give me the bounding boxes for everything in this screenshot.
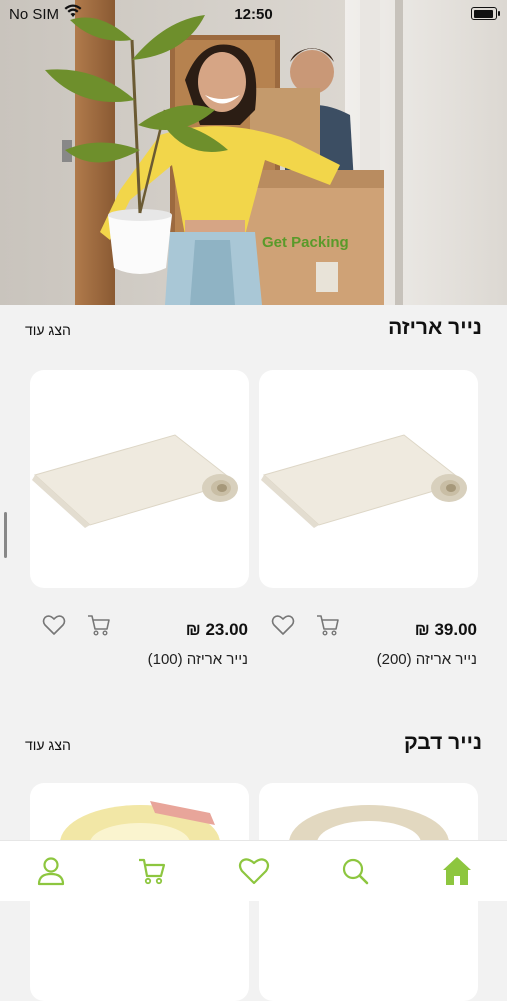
cart-icon[interactable] [86,612,112,638]
box-brand-text: Get Packing [262,234,349,251]
show-more-link[interactable]: הצג עוד [25,737,71,753]
home-icon[interactable] [439,854,475,888]
section-title: נייר אריזה [388,316,482,339]
bottom-tab-bar [0,840,507,901]
hero-banner: Get Packing [0,0,507,305]
section-title: נייר דבק [403,731,482,754]
product-name: נייר אריזה (200) [376,651,477,668]
section-header-wrapping-paper: נייר אריזה הצג עוד [0,316,507,356]
product-image-card[interactable] [30,370,249,588]
section-header-tape: נייר דבק הצג עוד [0,731,507,771]
paper-roll-image [32,434,238,528]
cart-icon[interactable] [134,854,170,888]
show-more-link[interactable]: הצג עוד [25,322,71,338]
scroll-indicator[interactable] [4,512,7,558]
product-name: נייר אריזה (100) [147,651,248,668]
paper-roll-image [261,434,467,528]
user-icon[interactable] [33,854,69,888]
search-icon[interactable] [337,854,373,888]
battery-icon [471,7,500,20]
heart-icon[interactable] [41,612,67,638]
status-bar: No SIM 12:50 [0,0,507,28]
product-price: 23.00 ₪ [185,620,248,639]
heart-icon[interactable] [270,612,296,638]
product-image-card[interactable] [259,370,478,588]
clock: 12:50 [234,6,273,23]
cart-icon[interactable] [315,612,341,638]
product-price: 39.00 ₪ [414,620,477,639]
heart-icon[interactable] [236,854,272,888]
